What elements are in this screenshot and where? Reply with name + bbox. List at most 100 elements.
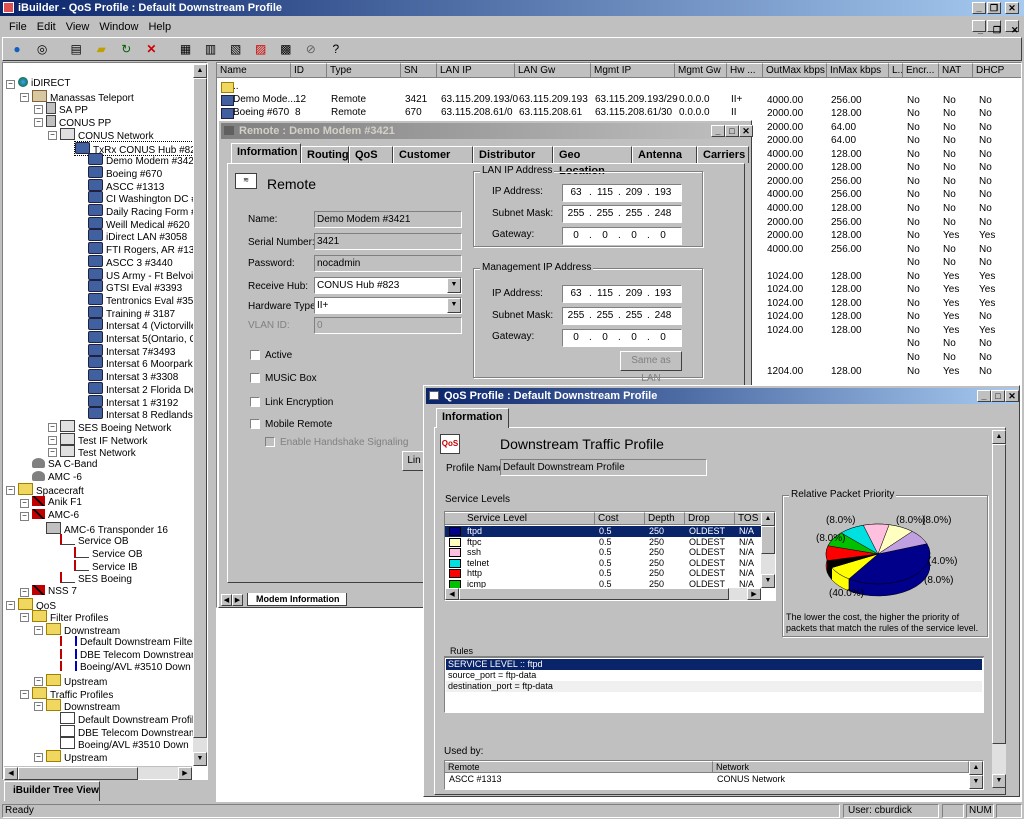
tree-node[interactable]: Spacecraft bbox=[18, 483, 84, 497]
tree-node[interactable]: SA PP bbox=[46, 102, 88, 116]
tree-node[interactable]: Demo Modem #3421 bbox=[88, 153, 199, 167]
grid-column-header[interactable]: DHCP bbox=[973, 63, 1021, 78]
rules-list[interactable]: SERVICE LEVEL :: ftpd source_port = ftp-d… bbox=[444, 657, 984, 713]
tree-node[interactable]: Downstream bbox=[46, 699, 120, 713]
serial-field[interactable]: 3421 bbox=[314, 233, 462, 250]
tree-node[interactable]: Test IF Network bbox=[60, 432, 147, 447]
used-by-vscroll[interactable]: ▲ ▼ bbox=[969, 761, 983, 789]
tree-expander[interactable]: − bbox=[48, 448, 57, 458]
tree-node[interactable]: Boeing/AVL #3510 Down bbox=[60, 737, 189, 751]
rule-item[interactable]: SERVICE LEVEL :: ftpd bbox=[446, 659, 982, 670]
tab-qos[interactable]: QoS bbox=[349, 146, 393, 163]
name-field[interactable]: Demo Modem #3421 bbox=[314, 211, 462, 228]
tree-node[interactable]: Anik F1 bbox=[32, 496, 82, 509]
tree-node[interactable]: AMC-6 Transponder 16 bbox=[46, 521, 168, 536]
grid-column-header[interactable]: NAT bbox=[939, 63, 973, 78]
service-levels-table[interactable]: Service Level Cost Depth Drop TOS ftpd 0.5 250… bbox=[444, 511, 776, 601]
tab-modem-information[interactable]: Modem Information bbox=[247, 593, 347, 606]
tree-node[interactable]: Intersat 1 #3192 bbox=[88, 394, 178, 409]
remote-maximize-button[interactable]: □ bbox=[725, 125, 739, 137]
tree-node[interactable]: AMC -6 bbox=[32, 470, 82, 484]
tree-node[interactable]: SES Boeing Network bbox=[60, 419, 171, 434]
tree-node[interactable]: Intersat 3 #3308 bbox=[88, 369, 178, 383]
tab-tree-view[interactable]: iBuilder Tree View bbox=[4, 781, 100, 801]
tree-node[interactable]: Manassas Teleport bbox=[32, 89, 134, 104]
active-checkbox[interactable] bbox=[250, 350, 260, 360]
grid-column-header[interactable]: LAN Gw bbox=[515, 63, 591, 78]
tree-expander[interactable]: − bbox=[20, 689, 29, 699]
mdi-restore-button[interactable]: ❐ bbox=[987, 20, 1001, 35]
tab-scroll-right[interactable]: ▶ bbox=[232, 594, 243, 606]
grid-column-header[interactable]: Hw ... bbox=[727, 63, 763, 78]
tree-node[interactable]: GTSI Eval #3393 bbox=[88, 280, 182, 294]
tab-routing[interactable]: Routing bbox=[301, 146, 349, 163]
remote-minimize-button[interactable]: _ bbox=[711, 125, 725, 137]
tree-node[interactable]: AMC-6 bbox=[32, 508, 79, 522]
tree-node[interactable]: FTI Rogers, AR #1398 bbox=[88, 242, 206, 256]
tree-expander[interactable]: − bbox=[6, 600, 15, 610]
tree-node[interactable]: Intersat 6 Moorpark #3 bbox=[88, 356, 207, 370]
tree-expander[interactable]: − bbox=[20, 613, 29, 623]
rule-item[interactable]: source_port = ftp-data bbox=[446, 670, 982, 681]
menu-window[interactable]: Window bbox=[94, 18, 143, 36]
tree-node[interactable]: SES Boeing bbox=[60, 572, 132, 585]
tree-expander[interactable]: − bbox=[34, 702, 43, 712]
tree-node[interactable]: Intersat 4 (Victorville,C bbox=[88, 318, 206, 332]
tree-node[interactable]: Filter Profiles bbox=[32, 610, 108, 624]
qos-close-button[interactable]: ✕ bbox=[1005, 390, 1019, 402]
tab-distributor[interactable]: Distributor bbox=[473, 146, 553, 163]
menu-file[interactable]: File bbox=[4, 18, 32, 36]
tree-node[interactable]: Tentronics Eval #3524 bbox=[88, 292, 204, 307]
tab-antenna[interactable]: Antenna bbox=[632, 146, 697, 163]
service-column-header[interactable]: Service Level bbox=[445, 512, 595, 525]
password-field[interactable]: nocadmin bbox=[314, 255, 462, 272]
remote-close-button[interactable]: ✕ bbox=[739, 125, 753, 137]
tab-information[interactable]: Information bbox=[231, 143, 301, 163]
tree-vscroll[interactable]: ▲ ▼ bbox=[193, 64, 207, 766]
link-encryption-checkbox[interactable] bbox=[250, 397, 260, 407]
delete-icon[interactable]: ✕ bbox=[141, 40, 161, 58]
minimize-button[interactable]: _ bbox=[972, 2, 986, 14]
tree-expander[interactable]: − bbox=[48, 435, 57, 445]
tree-node[interactable]: ASCC 3 #3440 bbox=[88, 254, 173, 269]
folder-icon[interactable]: ▰ bbox=[91, 40, 111, 58]
chevron-down-icon[interactable]: ▼ bbox=[447, 278, 461, 293]
tree-node[interactable]: Upstream bbox=[46, 673, 107, 688]
tree-node[interactable]: ASCC #1313 bbox=[88, 178, 164, 193]
hub-select[interactable]: CONUS Hub #823 ▼ bbox=[314, 277, 462, 294]
tree-node[interactable]: US Army - Ft Belvoir # bbox=[88, 267, 205, 282]
grid-column-header[interactable]: SN bbox=[401, 63, 437, 78]
service-column-header[interactable]: Cost bbox=[595, 512, 645, 525]
mdi-close-button[interactable]: ✕ bbox=[1005, 20, 1019, 35]
grid-column-header[interactable]: Name bbox=[217, 63, 291, 78]
tree-expander[interactable]: − bbox=[20, 588, 29, 597]
tree-node[interactable]: CONUS PP bbox=[46, 115, 111, 129]
tree-node[interactable]: Boeing #670 bbox=[88, 165, 162, 180]
tree-node[interactable]: Intersat 5(Ontario, CA) bbox=[88, 331, 207, 345]
tree-expander[interactable]: − bbox=[20, 499, 29, 509]
tab-geo-location[interactable]: Geo Location bbox=[553, 146, 632, 177]
tree-node[interactable]: Traffic Profiles bbox=[32, 686, 113, 701]
tree-expander[interactable]: − bbox=[48, 130, 57, 140]
same-as-lan-button[interactable]: Same as LAN bbox=[620, 351, 682, 384]
tree-expander[interactable]: − bbox=[20, 92, 29, 102]
tree-node[interactable]: Default Downstream Profile bbox=[60, 712, 200, 726]
config-icon[interactable]: ▧ bbox=[226, 40, 246, 58]
tree-node[interactable]: Upstream bbox=[46, 750, 107, 764]
tree-node[interactable]: Service IB bbox=[74, 559, 138, 573]
modem-icon[interactable]: ▥ bbox=[201, 40, 221, 58]
help-icon[interactable]: ? bbox=[326, 40, 346, 58]
used-by-table[interactable]: Remote Network ASCC #1313 CONUS Network ▲ … bbox=[444, 760, 984, 790]
tree-node[interactable]: iDirect LAN #3058 bbox=[88, 229, 187, 243]
grid-column-header[interactable]: Type bbox=[327, 63, 401, 78]
menu-view[interactable]: View bbox=[61, 18, 95, 36]
tree-node[interactable]: CONUS Network bbox=[60, 127, 154, 142]
tree-node[interactable]: Intersat 2 Florida Dem bbox=[88, 381, 205, 396]
grid-column-header[interactable]: Mgmt Gw bbox=[675, 63, 727, 78]
grid-column-header[interactable]: Encr... bbox=[903, 63, 939, 78]
service-column-header[interactable]: TOS bbox=[735, 512, 763, 525]
grid-column-header[interactable]: OutMax kbps bbox=[763, 63, 827, 78]
tree-hscroll[interactable]: ◀ ▶ bbox=[4, 766, 192, 780]
tree-expander[interactable]: − bbox=[34, 676, 43, 686]
music-checkbox[interactable] bbox=[250, 373, 260, 383]
